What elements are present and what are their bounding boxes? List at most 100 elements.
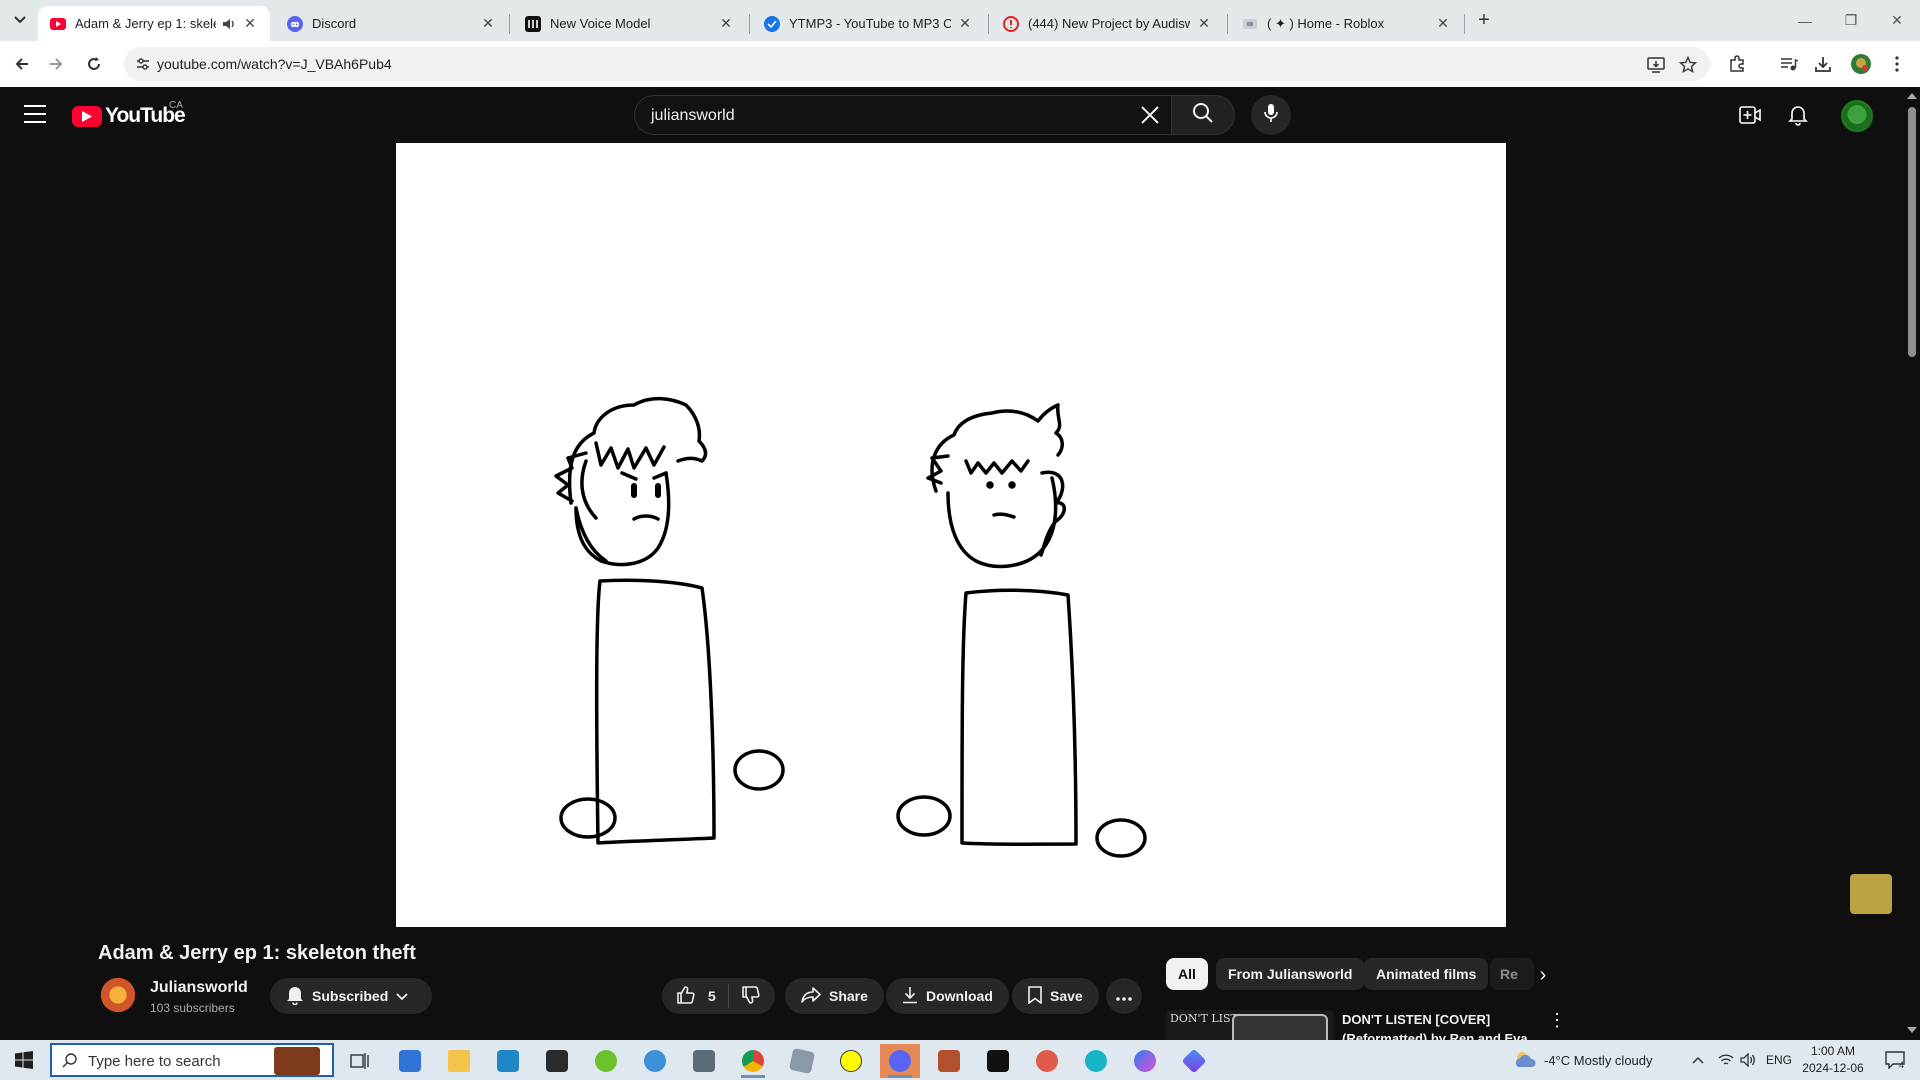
tab-search-chevron-icon[interactable] (8, 8, 32, 32)
search-box[interactable]: juliansworld (634, 95, 1172, 135)
search-input[interactable]: juliansworld (651, 107, 735, 125)
snapchat-icon[interactable] (831, 1044, 871, 1078)
install-app-icon[interactable] (1646, 55, 1666, 75)
youtube-logo[interactable]: YouTube (72, 104, 186, 128)
page-scrollbar[interactable] (1903, 87, 1920, 1040)
recommendation-menu-kebab-icon[interactable]: ⋮ (1548, 1010, 1566, 1031)
tab-youtube[interactable]: Adam & Jerry ep 1: skeleton theft ✕ (38, 6, 270, 41)
channel-name[interactable]: Juliansworld (150, 979, 248, 997)
close-tab-icon[interactable]: ✕ (480, 15, 496, 32)
media-queue-icon[interactable] (1778, 53, 1800, 75)
dislike-button[interactable] (741, 985, 761, 1008)
address-bar[interactable]: youtube.com/watch?v=J_VBAh6Pub4 (124, 47, 1710, 81)
taskbar-search-box[interactable]: Type here to search (50, 1043, 334, 1077)
guide-menu-icon[interactable] (24, 105, 46, 125)
close-window-icon[interactable]: ✕ (1874, 0, 1920, 41)
chip-from-channel[interactable]: From Juliansworld (1216, 958, 1365, 990)
video-player[interactable] (396, 143, 1506, 927)
youtube-masthead: YouTube CA juliansworld (0, 87, 1920, 143)
voice-search-button[interactable] (1251, 95, 1291, 135)
chrome-icon[interactable] (733, 1044, 773, 1078)
like-count: 5 (708, 988, 716, 1004)
discord-taskbar-icon[interactable] (880, 1044, 920, 1078)
channel-avatar[interactable] (98, 975, 138, 1015)
site-info-icon[interactable] (134, 55, 152, 73)
weather-text: -4°C Mostly cloudy (1544, 1052, 1653, 1068)
scrollbar-thumb[interactable] (1908, 107, 1916, 357)
close-tab-icon[interactable]: ✕ (1435, 15, 1451, 32)
game-app-icon[interactable] (929, 1044, 969, 1078)
microsoft-store-icon[interactable] (390, 1044, 430, 1078)
bookmark-star-icon[interactable] (1678, 55, 1698, 75)
search-highlight-image[interactable] (274, 1047, 320, 1075)
tab-discord[interactable]: Discord ✕ (275, 6, 508, 41)
extensions-puzzle-icon[interactable] (1726, 53, 1748, 75)
copilot-icon[interactable] (1174, 1044, 1214, 1078)
messenger-icon[interactable] (1125, 1044, 1165, 1078)
close-tab-icon[interactable]: ✕ (242, 15, 258, 32)
tab-scratch-project[interactable]: (444) New Project by Audisworld ✕ (991, 6, 1224, 41)
recommendation-thumbnail[interactable]: DON'T LISTEN (1166, 1010, 1334, 1040)
search-button[interactable] (1171, 95, 1235, 135)
restore-icon[interactable]: ❐ (1828, 0, 1874, 41)
show-hidden-icons-chevron[interactable] (1692, 1040, 1704, 1080)
speaker-icon[interactable] (222, 18, 236, 30)
share-button[interactable]: Share (785, 978, 884, 1014)
close-tab-icon[interactable]: ✕ (1196, 15, 1212, 32)
capcut-app-icon[interactable] (537, 1044, 577, 1078)
profile-avatar-icon[interactable] (1850, 53, 1872, 75)
scroll-down-arrow[interactable] (1907, 1027, 1917, 1033)
tab-title: YTMP3 - YouTube to MP3 Converter (789, 16, 951, 31)
account-avatar[interactable] (1841, 100, 1873, 132)
tab-separator (988, 14, 989, 34)
forward-arrow-icon[interactable] (42, 50, 70, 78)
more-actions-button[interactable] (1106, 978, 1142, 1014)
taskbar-clock[interactable]: 1:00 AM 2024-12-06 (1788, 1043, 1878, 1077)
download-button[interactable]: Download (886, 978, 1009, 1014)
tasks-app-icon[interactable] (488, 1044, 528, 1078)
tab-roblox[interactable]: ( ✦ ) Home - Roblox ✕ (1230, 6, 1463, 41)
notification-center-icon[interactable]: 4 (1880, 1040, 1910, 1080)
scroll-up-arrow[interactable] (1907, 93, 1917, 99)
volume-speaker-icon[interactable] (1740, 1040, 1756, 1080)
chip-partial[interactable]: Re (1490, 958, 1534, 990)
create-video-icon[interactable] (1738, 103, 1762, 127)
taskbar-search-input[interactable]: Type here to search (88, 1053, 221, 1070)
notifications-bell-icon[interactable] (1786, 103, 1810, 127)
close-tab-icon[interactable]: ✕ (957, 15, 973, 32)
url-text: youtube.com/watch?v=J_VBAh6Pub4 (157, 56, 392, 72)
clear-search-icon[interactable] (1137, 102, 1163, 128)
task-view-icon[interactable] (340, 1044, 380, 1078)
canva-icon[interactable] (1076, 1044, 1116, 1078)
weather-widget[interactable]: -4°C Mostly cloudy (1512, 1040, 1653, 1080)
channel-watermark[interactable] (1850, 874, 1892, 914)
tab-new-voice-model[interactable]: New Voice Model ✕ (513, 6, 746, 41)
browser-toolbar: youtube.com/watch?v=J_VBAh6Pub4 (0, 41, 1920, 87)
reload-icon[interactable] (80, 50, 108, 78)
drawing-app-icon[interactable] (635, 1044, 675, 1078)
new-tab-plus-icon[interactable]: + (1472, 8, 1496, 32)
screen-recorder-icon[interactable] (1027, 1044, 1067, 1078)
capcut-icon[interactable] (978, 1044, 1018, 1078)
network-wifi-icon[interactable] (1718, 1040, 1734, 1080)
chip-animated-films[interactable]: Animated films (1364, 958, 1489, 990)
chips-next-chevron-icon[interactable]: › (1531, 964, 1555, 987)
subscribed-button[interactable]: Subscribed (270, 978, 433, 1014)
downloads-icon[interactable] (1812, 53, 1834, 75)
minimize-icon[interactable]: — (1782, 0, 1828, 41)
chip-all[interactable]: All (1166, 958, 1208, 990)
scratch-icon (1003, 15, 1019, 32)
roblox-studio-icon[interactable] (782, 1044, 822, 1078)
windows-start-icon[interactable] (8, 1048, 40, 1072)
green-app-icon[interactable] (586, 1044, 626, 1078)
tab-ytmp3[interactable]: YTMP3 - YouTube to MP3 Converter ✕ (752, 6, 985, 41)
camera-icon[interactable] (684, 1044, 724, 1078)
recommendation-title[interactable]: DON'T LISTEN [COVER] (Reformatted) by Re… (1342, 1010, 1538, 1040)
back-arrow-icon[interactable] (8, 50, 36, 78)
save-button[interactable]: Save (1012, 978, 1099, 1014)
cloudy-weather-icon (1512, 1049, 1538, 1072)
like-button[interactable]: 5 (676, 985, 716, 1008)
close-tab-icon[interactable]: ✕ (718, 15, 734, 32)
browser-menu-kebab-icon[interactable] (1886, 53, 1908, 75)
file-explorer-icon[interactable] (439, 1044, 479, 1078)
